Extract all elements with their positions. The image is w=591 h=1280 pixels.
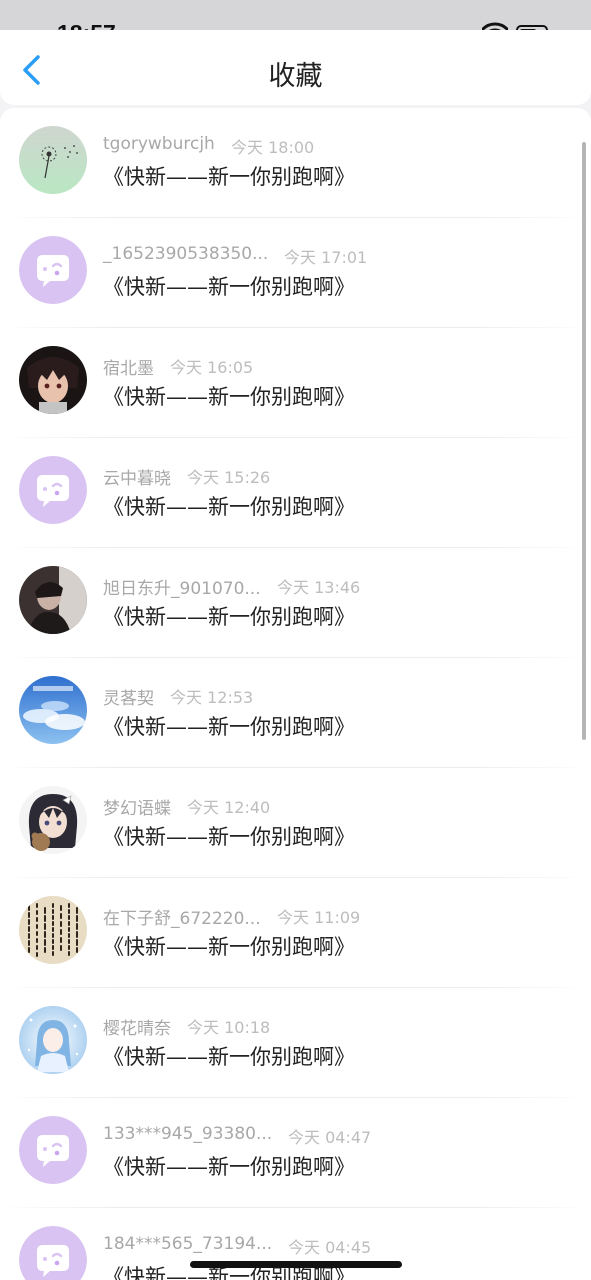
- avatar[interactable]: [19, 126, 87, 194]
- timestamp: 今天 04:45: [288, 1238, 372, 1257]
- item-title[interactable]: 《快新——新一你别跑啊》: [103, 821, 355, 851]
- user-name[interactable]: 樱花晴奈: [103, 1014, 171, 1039]
- list-item[interactable]: 在下子舒_672220... 今天 11:09 《快新——新一你别跑啊》: [0, 878, 591, 988]
- list-item[interactable]: 云中暮晓 今天 15:26 《快新——新一你别跑啊》: [0, 438, 591, 548]
- home-indicator[interactable]: [190, 1261, 402, 1268]
- list-item[interactable]: 宿北墨 今天 16:05 《快新——新一你别跑啊》: [0, 328, 591, 438]
- avatar[interactable]: [19, 456, 87, 524]
- list-item[interactable]: 梦幻语蝶 今天 12:40 《快新——新一你别跑啊》: [0, 768, 591, 878]
- item-title[interactable]: 《快新——新一你别跑啊》: [103, 711, 355, 741]
- avatar-image: [19, 676, 87, 744]
- timestamp: 今天 10:18: [187, 1018, 271, 1037]
- avatar-image: [19, 566, 87, 634]
- list-item[interactable]: tgorywburcjh 今天 18:00 《快新——新一你别跑啊》: [0, 108, 591, 218]
- user-name[interactable]: _1652390538350...: [103, 244, 268, 264]
- avatar[interactable]: [19, 346, 87, 414]
- list-item[interactable]: 旭日东升_901070... 今天 13:46 《快新——新一你别跑啊》: [0, 548, 591, 658]
- item-title[interactable]: 《快新——新一你别跑啊》: [103, 1151, 355, 1181]
- list-item[interactable]: _1652390538350... 今天 17:01 《快新——新一你别跑啊》: [0, 218, 591, 328]
- user-name[interactable]: 184***565_73194...: [103, 1234, 272, 1254]
- avatar[interactable]: [19, 676, 87, 744]
- avatar-image: [19, 896, 87, 964]
- user-name[interactable]: 在下子舒_672220...: [103, 904, 261, 929]
- item-title[interactable]: 《快新——新一你别跑啊》: [103, 1041, 355, 1071]
- nav-bar: 收藏: [0, 30, 591, 105]
- list-item[interactable]: 184***565_73194... 今天 04:45 《快新——新一你别跑啊》: [0, 1208, 591, 1280]
- list-item[interactable]: 樱花晴奈 今天 10:18 《快新——新一你别跑啊》: [0, 988, 591, 1098]
- avatar[interactable]: [19, 1226, 87, 1280]
- avatar[interactable]: [19, 1006, 87, 1074]
- scrollbar[interactable]: [582, 142, 586, 740]
- favorites-list: tgorywburcjh 今天 18:00 《快新——新一你别跑啊》 _165239…: [0, 108, 591, 1280]
- default-avatar-icon: [19, 1226, 87, 1280]
- avatar[interactable]: [19, 786, 87, 854]
- avatar-image: [19, 126, 87, 194]
- item-title[interactable]: 《快新——新一你别跑啊》: [103, 931, 355, 961]
- avatar[interactable]: [19, 1116, 87, 1184]
- item-title[interactable]: 《快新——新一你别跑啊》: [103, 491, 355, 521]
- default-avatar-icon: [19, 236, 87, 304]
- timestamp: 今天 17:01: [284, 248, 368, 267]
- timestamp: 今天 12:40: [187, 798, 271, 817]
- avatar-image: [19, 1006, 87, 1074]
- default-avatar-icon: [19, 1116, 87, 1184]
- item-title[interactable]: 《快新——新一你别跑啊》: [103, 161, 355, 191]
- timestamp: 今天 18:00: [231, 138, 315, 157]
- avatar-image: [19, 346, 87, 414]
- timestamp: 今天 11:09: [277, 908, 361, 927]
- user-name[interactable]: 灵茖契: [103, 684, 154, 709]
- avatar[interactable]: [19, 896, 87, 964]
- user-name[interactable]: 133***945_93380...: [103, 1124, 272, 1144]
- default-avatar-icon: [19, 456, 87, 524]
- item-title[interactable]: 《快新——新一你别跑啊》: [103, 601, 355, 631]
- timestamp: 今天 12:53: [170, 688, 254, 707]
- timestamp: 今天 04:47: [288, 1128, 372, 1147]
- user-name[interactable]: 宿北墨: [103, 354, 154, 379]
- page-title: 收藏: [268, 61, 323, 92]
- item-title[interactable]: 《快新——新一你别跑啊》: [103, 381, 355, 411]
- list-item[interactable]: 133***945_93380... 今天 04:47 《快新——新一你别跑啊》: [0, 1098, 591, 1208]
- user-name[interactable]: tgorywburcjh: [103, 134, 215, 154]
- timestamp: 今天 13:46: [277, 578, 361, 597]
- timestamp: 今天 16:05: [170, 358, 254, 377]
- user-name[interactable]: 旭日东升_901070...: [103, 574, 261, 599]
- user-name[interactable]: 云中暮晓: [103, 464, 171, 489]
- list-item[interactable]: 灵茖契 今天 12:53 《快新——新一你别跑啊》: [0, 658, 591, 768]
- avatar-image: [19, 786, 87, 854]
- item-title[interactable]: 《快新——新一你别跑啊》: [103, 271, 355, 301]
- timestamp: 今天 15:26: [187, 468, 271, 487]
- avatar[interactable]: [19, 236, 87, 304]
- user-name[interactable]: 梦幻语蝶: [103, 794, 171, 819]
- avatar[interactable]: [19, 566, 87, 634]
